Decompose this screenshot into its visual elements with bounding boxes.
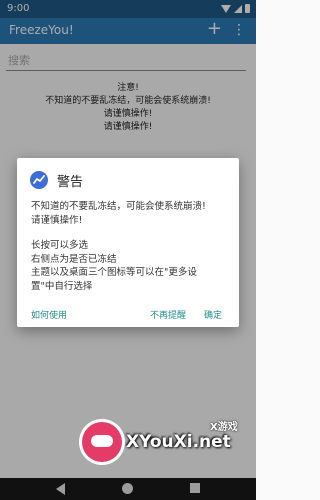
recents-icon[interactable] xyxy=(190,483,200,493)
navigation-bar xyxy=(0,478,256,500)
warning-dialog: 警告 不知道的不要乱冻结，可能会使系统崩溃! 请谨慎操作! 长按可以多选 右侧点… xyxy=(17,158,239,327)
watermark-text: XYouXi.net xyxy=(126,432,231,452)
dialog-message-line: 不知道的不要乱冻结，可能会使系统崩溃! xyxy=(31,201,206,212)
dialog-message-line: 主题以及桌面三个图标等可以在"更多设 xyxy=(31,267,197,278)
back-icon[interactable] xyxy=(56,483,65,495)
dialog-message: 不知道的不要乱冻结，可能会使系统崩溃! 请谨慎操作! 长按可以多选 右侧点为是否… xyxy=(31,200,231,293)
dialog-message-line: 右侧点为是否已冻结 xyxy=(31,253,117,265)
watermark-logo-icon xyxy=(82,422,122,462)
dialog-title: 警告 xyxy=(57,175,84,190)
watermark-small-text: X游戏 xyxy=(210,422,238,433)
dialog-message-line: 长按可以多选 xyxy=(31,240,89,251)
home-icon[interactable] xyxy=(122,483,133,494)
dialog-message-line: 请谨慎操作! xyxy=(31,214,83,226)
watermark: X游戏 XYouXi.net xyxy=(82,418,254,478)
dont-remind-button[interactable]: 不再提醒 xyxy=(150,308,186,321)
ok-button[interactable]: 确定 xyxy=(204,308,222,321)
app-logo-icon xyxy=(30,171,48,189)
how-to-use-button[interactable]: 如何使用 xyxy=(31,308,67,321)
dialog-message-line: 置"中自行选择 xyxy=(31,280,93,292)
